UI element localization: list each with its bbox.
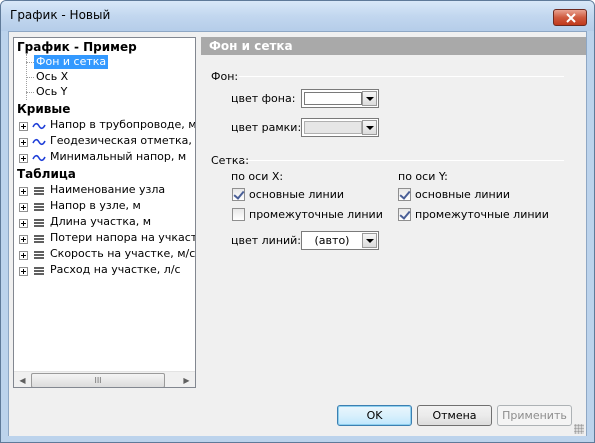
button-bar: OK Отмена Применить: [9, 394, 586, 436]
panel-title: Фон и сетка: [201, 37, 586, 55]
tree-item-axis-y[interactable]: Ось Y: [36, 85, 67, 99]
column-icon: [34, 235, 44, 243]
scroll-thumb[interactable]: III: [31, 373, 165, 387]
frame-color-swatch: [304, 121, 362, 134]
close-button[interactable]: [553, 9, 587, 26]
y-axis-label: по оси Y:: [398, 170, 448, 183]
tree-header-table[interactable]: Таблица: [17, 167, 76, 181]
dialog-window: График - Новый График - Пример Фон и сет…: [0, 0, 595, 443]
chevron-down-icon[interactable]: [362, 233, 377, 248]
scroll-left-icon[interactable]: ◀: [14, 372, 31, 387]
settings-panel: Фон и сетка Фон: цвет фона: цвет рамки: …: [201, 37, 586, 388]
y-intermediate-lines-checkbox[interactable]: [398, 208, 411, 221]
expand-icon[interactable]: [19, 219, 28, 228]
bg-color-combo[interactable]: [301, 89, 379, 108]
expand-icon[interactable]: [19, 187, 28, 196]
resize-grip-icon[interactable]: [574, 424, 584, 434]
window-title: График - Новый: [10, 8, 111, 22]
ok-button[interactable]: OK: [337, 405, 412, 426]
tree-root-graph[interactable]: График - Пример: [17, 40, 137, 54]
expand-icon[interactable]: [19, 235, 28, 244]
curve-icon: [32, 122, 46, 130]
bg-color-label: цвет фона:: [231, 92, 296, 105]
y-main-lines-label[interactable]: основные линии: [415, 188, 510, 201]
tree-horizontal-scrollbar[interactable]: ◀ III ▶: [14, 371, 195, 387]
line-color-value: (авто): [314, 234, 350, 247]
line-color-label: цвет линий:: [231, 234, 302, 247]
tree-item-curve[interactable]: Напор в трубопроводе, м: [50, 118, 195, 132]
tree-item-column[interactable]: Длина участка, м: [50, 215, 151, 229]
tree-item-column[interactable]: Потери напора на учкастке: [50, 231, 195, 245]
chevron-down-icon[interactable]: [362, 91, 377, 106]
column-icon: [34, 203, 44, 211]
y-intermediate-lines-label[interactable]: промежуточные линии: [415, 208, 549, 221]
cancel-button[interactable]: Отмена: [417, 405, 492, 426]
column-icon: [34, 251, 44, 259]
curve-icon: [32, 154, 46, 162]
settings-tree[interactable]: График - Пример Фон и сетка Ось X Ось Y …: [13, 37, 196, 388]
tree-item-curve[interactable]: Геодезическая отметка, м: [50, 134, 195, 148]
frame-color-combo[interactable]: [301, 118, 379, 137]
bg-color-swatch: [304, 92, 362, 105]
tree-item-column[interactable]: Скорость на участке, м/с: [50, 247, 195, 261]
x-axis-label: по оси X:: [231, 170, 284, 183]
tree-item-column[interactable]: Наименование узла: [50, 183, 165, 197]
chevron-down-icon[interactable]: [362, 120, 377, 135]
dialog-client: График - Пример Фон и сетка Ось X Ось Y …: [8, 31, 587, 436]
expand-icon[interactable]: [19, 154, 28, 163]
scroll-right-icon[interactable]: ▶: [178, 372, 195, 387]
tree-item-axis-x[interactable]: Ось X: [36, 70, 68, 84]
expand-icon[interactable]: [19, 203, 28, 212]
tree-header-curves[interactable]: Кривые: [17, 102, 70, 116]
expand-icon[interactable]: [19, 122, 28, 131]
tree-item-curve[interactable]: Минимальный напор, м: [50, 150, 186, 164]
title-bar[interactable]: График - Новый: [1, 1, 594, 31]
tree-item-background-grid[interactable]: Фон и сетка: [34, 55, 109, 69]
expand-icon[interactable]: [19, 267, 28, 276]
apply-button[interactable]: Применить: [497, 405, 572, 426]
column-icon: [34, 267, 44, 275]
tree-item-column[interactable]: Напор в узле, м: [50, 199, 141, 213]
close-icon: [566, 13, 576, 23]
curve-icon: [32, 138, 46, 146]
tree-item-column[interactable]: Расход на участке, л/с: [50, 263, 181, 277]
background-group-label: Фон:: [211, 70, 239, 83]
x-main-lines-checkbox[interactable]: [232, 188, 245, 201]
expand-icon[interactable]: [19, 251, 28, 260]
frame-color-label: цвет рамки:: [231, 121, 302, 134]
column-icon: [34, 219, 44, 227]
x-intermediate-lines-checkbox[interactable]: [232, 208, 245, 221]
y-main-lines-checkbox[interactable]: [398, 188, 411, 201]
column-icon: [34, 187, 44, 195]
expand-icon[interactable]: [19, 138, 28, 147]
x-main-lines-label[interactable]: основные линии: [249, 188, 344, 201]
x-intermediate-lines-label[interactable]: промежуточные линии: [249, 208, 383, 221]
line-color-combo[interactable]: (авто): [301, 231, 379, 250]
